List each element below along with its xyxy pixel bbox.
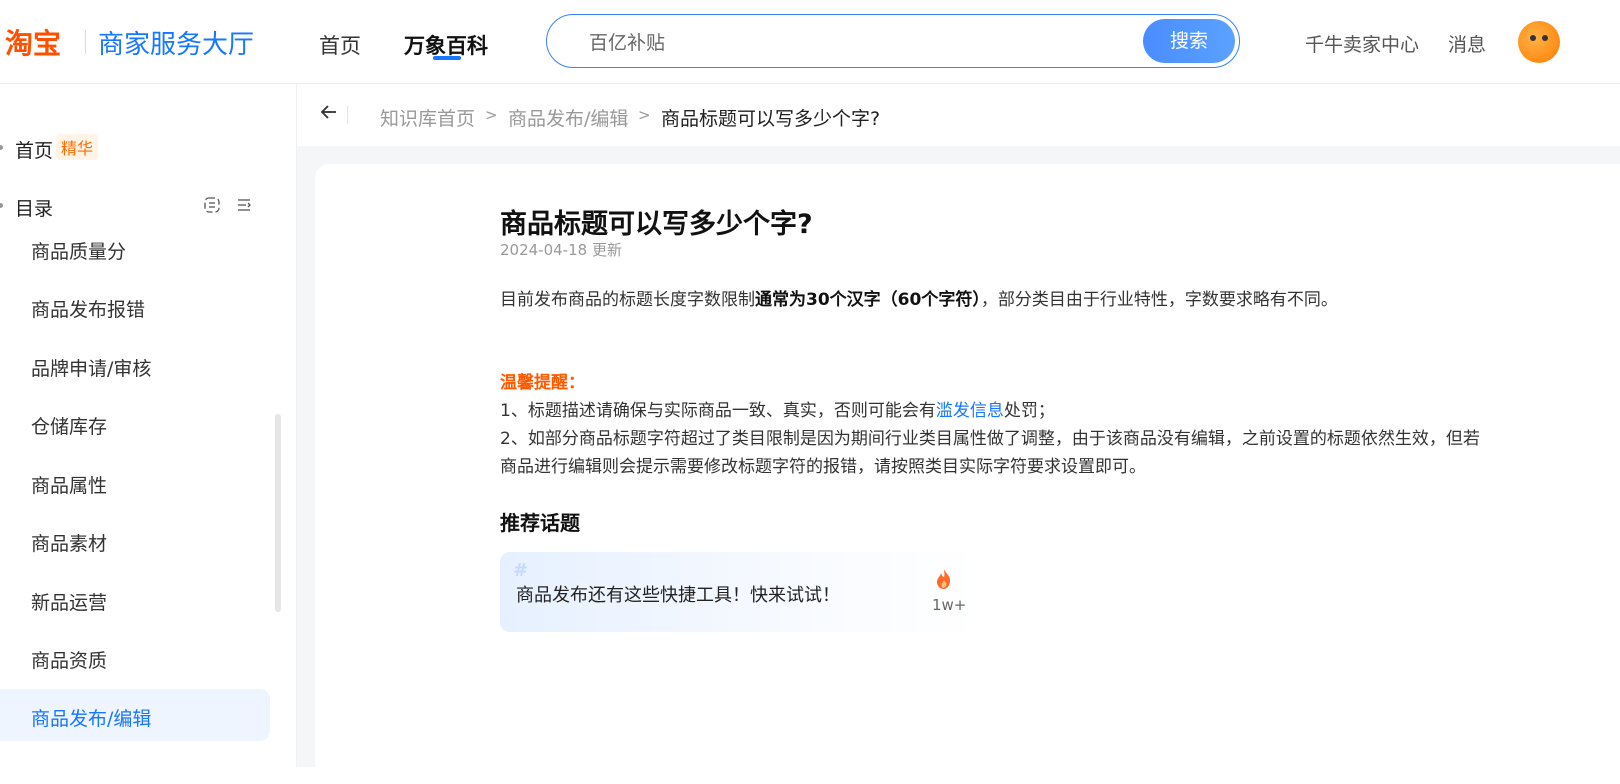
breadcrumb-kb-home[interactable]: 知识库首页 [380, 104, 475, 131]
sidebar-item-materials[interactable]: 商品素材 [31, 529, 107, 556]
search-input[interactable] [589, 27, 1129, 55]
tip-text: 处罚； [1003, 401, 1055, 421]
featured-badge: 精华 [56, 134, 99, 160]
recommended-topics-heading: 推荐话题 [500, 511, 580, 535]
breadcrumb: 知识库首页 > 商品发布/编辑 > 商品标题可以写多少个字? [297, 84, 1620, 146]
topic-view-count: 1w+ [932, 596, 967, 614]
article-card: 商品标题可以写多少个字? 2024-04-18 更新 目前发布商品的标题长度字数… [315, 164, 1620, 784]
sidebar-item-attributes[interactable]: 商品属性 [31, 471, 107, 498]
article-date: 2024-04-18 更新 [500, 241, 622, 259]
bullet-icon [0, 203, 3, 208]
topic-title: 商品发布还有这些快捷工具！快来试试！ [516, 585, 840, 606]
back-arrow-icon[interactable] [319, 102, 339, 126]
search-button[interactable]: 搜索 [1143, 19, 1235, 63]
locate-icon[interactable] [203, 196, 221, 214]
service-hall-title[interactable]: 商家服务大厅 [98, 24, 254, 61]
paragraph-emphasis: 通常为30个汉字（60个字符） [755, 290, 981, 310]
taobao-logo[interactable]: 淘宝 [5, 22, 61, 62]
fire-icon [934, 568, 954, 590]
sidebar-item-publish-edit[interactable]: 商品发布/编辑 [31, 704, 151, 731]
sidebar-item-publish-errors[interactable]: 商品发布报错 [31, 295, 145, 322]
article-title: 商品标题可以写多少个字? [500, 209, 813, 240]
spam-info-link[interactable]: 滥发信息 [936, 401, 1004, 421]
bullet-icon [0, 145, 3, 150]
sidebar-item-brand-apply[interactable]: 品牌申请/审核 [31, 354, 151, 381]
breadcrumb-current: 商品标题可以写多少个字? [661, 108, 881, 130]
tip-item-2-line-2: 商品进行编辑则会提示需要修改标题字符的报错，请按照类目实际字符要求设置即可。 [500, 457, 1146, 477]
tip-heading: 温馨提醒： [500, 373, 585, 393]
main-content: 知识库首页 > 商品发布/编辑 > 商品标题可以写多少个字? 商品标题可以写多少… [297, 84, 1620, 784]
breadcrumb-publish-edit[interactable]: 商品发布/编辑 [508, 104, 628, 131]
recommended-topic-card[interactable]: # 商品发布还有这些快捷工具！快来试试！ 1w+ [500, 552, 980, 632]
sidebar-item-new-product-ops[interactable]: 新品运营 [31, 588, 107, 615]
tip-text: 1、标题描述请确保与实际商品一致、真实，否则可能会有 [500, 401, 936, 421]
sidebar: 首页 精华 目录 商品质量分 商品发布报错 品牌申请/审核 仓储库存 商品属性 … [0, 84, 297, 767]
logo-divider [85, 30, 86, 54]
nav-active-indicator [433, 56, 461, 60]
collapse-list-icon[interactable] [235, 196, 253, 214]
tip-item-1: 1、标题描述请确保与实际商品一致、真实，否则可能会有滥发信息处罚； [500, 396, 1055, 421]
sidebar-scrollbar[interactable] [275, 414, 281, 612]
top-header: 淘宝 商家服务大厅 首页 万象百科 搜索 千牛卖家中心 消息 [0, 0, 1620, 84]
sidebar-home[interactable]: 首页 [15, 136, 53, 163]
tip-item-2-line-1: 2、如部分商品标题字符超过了类目限制是因为期间行业类目属性做了调整，由于该商品没… [500, 429, 1480, 449]
search-box: 搜索 [546, 14, 1240, 68]
avatar[interactable] [1518, 21, 1560, 63]
divider [347, 106, 348, 124]
paragraph-text: ，部分类目由于行业特性，字数要求略有不同。 [980, 290, 1338, 310]
sidebar-catalog[interactable]: 目录 [15, 194, 53, 221]
messages-link[interactable]: 消息 [1448, 30, 1486, 57]
article-paragraph: 目前发布商品的标题长度字数限制通常为30个汉字（60个字符），部分类目由于行业特… [500, 285, 1338, 310]
sidebar-item-warehouse-stock[interactable]: 仓储库存 [31, 412, 107, 439]
hash-icon: # [513, 560, 529, 581]
sidebar-item-quality-score[interactable]: 商品质量分 [31, 237, 126, 264]
sidebar-item-qualifications[interactable]: 商品资质 [31, 646, 107, 673]
chevron-right-icon: > [485, 106, 498, 124]
qianniu-seller-center-link[interactable]: 千牛卖家中心 [1305, 30, 1419, 57]
nav-home[interactable]: 首页 [319, 30, 361, 60]
paragraph-text: 目前发布商品的标题长度字数限制 [500, 290, 755, 310]
chevron-right-icon: > [638, 106, 651, 124]
